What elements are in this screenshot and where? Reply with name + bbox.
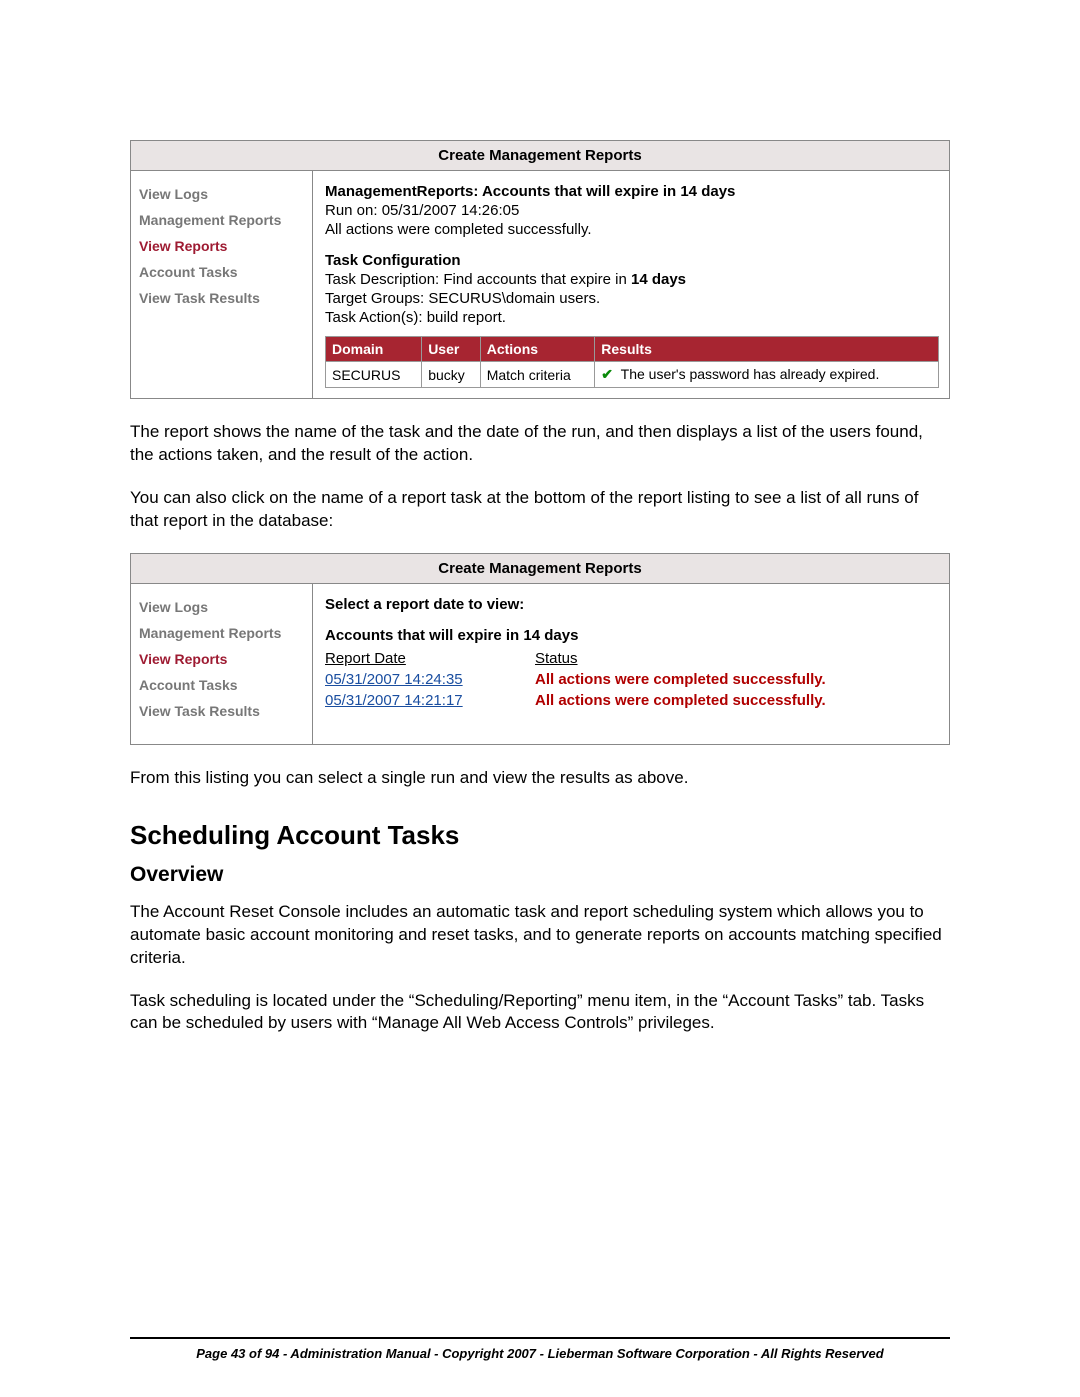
page-footer: Page 43 of 94 - Administration Manual - … (0, 1346, 1080, 1361)
report-actions-complete: All actions were completed successfully. (325, 221, 939, 238)
checkmark-icon: ✔ (601, 366, 613, 383)
sidebar-item-management-reports[interactable]: Management Reports (139, 620, 304, 646)
sidebar-item-account-tasks[interactable]: Account Tasks (139, 259, 304, 285)
results-table: Domain User Actions Results SECURUS buck… (325, 336, 939, 388)
col-user: User (422, 337, 481, 362)
report-run-on: Run on: 05/31/2007 14:26:05 (325, 202, 939, 219)
heading-overview: Overview (130, 863, 950, 887)
panel-report-dates: Create Management Reports View Logs Mana… (130, 553, 950, 745)
col-actions: Actions (480, 337, 595, 362)
paragraph: The report shows the name of the task an… (130, 421, 950, 467)
report-date-link[interactable]: 05/31/2007 14:21:17 (325, 690, 505, 711)
report-status: All actions were completed successfully. (535, 690, 939, 711)
sidebar-item-view-task-results[interactable]: View Task Results (139, 285, 304, 311)
report-status: All actions were completed successfully. (535, 669, 939, 690)
table-row: SECURUS bucky Match criteria ✔ The user'… (326, 362, 939, 388)
sidebar-item-view-task-results[interactable]: View Task Results (139, 698, 304, 724)
sidebar-item-account-tasks[interactable]: Account Tasks (139, 672, 304, 698)
cell-actions: Match criteria (480, 362, 595, 388)
panel-content: ManagementReports: Accounts that will ex… (313, 171, 949, 398)
task-config-header: Task Configuration (325, 252, 939, 269)
col-results: Results (595, 337, 939, 362)
panel-report-result: Create Management Reports View Logs Mana… (130, 140, 950, 399)
paragraph: Task scheduling is located under the “Sc… (130, 990, 950, 1036)
sidebar-item-management-reports[interactable]: Management Reports (139, 207, 304, 233)
sidebar-item-view-logs[interactable]: View Logs (139, 181, 304, 207)
sidebar-item-view-reports[interactable]: View Reports (139, 233, 304, 259)
sidebar-item-view-reports[interactable]: View Reports (139, 646, 304, 672)
paragraph: The Account Reset Console includes an au… (130, 901, 950, 970)
paragraph: You can also click on the name of a repo… (130, 487, 950, 533)
cell-domain: SECURUS (326, 362, 422, 388)
task-target-groups: Target Groups: SECURUS\domain users. (325, 290, 939, 307)
col-domain: Domain (326, 337, 422, 362)
col-report-date: Report Date (325, 648, 505, 669)
heading-scheduling: Scheduling Account Tasks (130, 820, 950, 851)
report-date-link[interactable]: 05/31/2007 14:24:35 (325, 669, 505, 690)
task-actions: Task Action(s): build report. (325, 309, 939, 326)
cell-user: bucky (422, 362, 481, 388)
panel-title: Create Management Reports (131, 141, 949, 171)
report-date-grid: Report Date Status 05/31/2007 14:24:35 A… (325, 648, 939, 711)
cell-results: ✔ The user's password has already expire… (595, 362, 939, 388)
select-date-label: Select a report date to view: (325, 596, 939, 613)
sidebar: View Logs Management Reports View Report… (131, 584, 313, 744)
col-status: Status (535, 648, 939, 669)
sidebar: View Logs Management Reports View Report… (131, 171, 313, 398)
panel-content: Select a report date to view: Accounts t… (313, 584, 949, 744)
panel-title: Create Management Reports (131, 554, 949, 584)
report-title: ManagementReports: Accounts that will ex… (325, 183, 939, 200)
task-description: Task Description: Find accounts that exp… (325, 271, 939, 288)
report-name: Accounts that will expire in 14 days (325, 627, 939, 644)
sidebar-item-view-logs[interactable]: View Logs (139, 594, 304, 620)
paragraph: From this listing you can select a singl… (130, 767, 950, 790)
footer-rule (130, 1337, 950, 1339)
